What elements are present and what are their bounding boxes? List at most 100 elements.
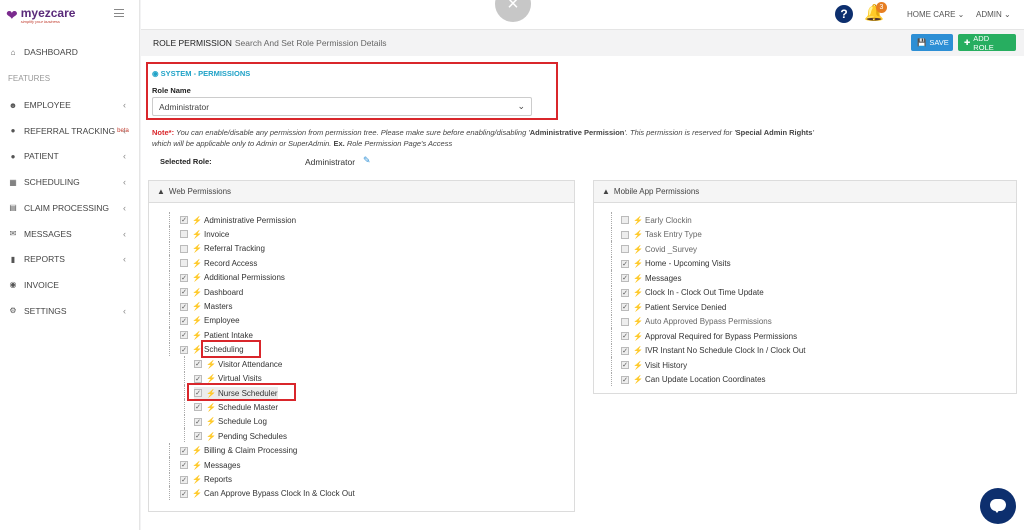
hamburger-menu-icon[interactable] [114, 9, 124, 20]
web-permission-row[interactable]: ⚡ Invoice [180, 228, 229, 240]
checkbox[interactable]: ✓ [194, 417, 202, 426]
mobile-permission-row[interactable]: ⚡ Covid _Survey [621, 243, 697, 255]
checkbox[interactable]: ✓ [180, 461, 188, 470]
mobile-permission-row[interactable]: ⚡ Task Entry Type [621, 229, 702, 241]
checkbox[interactable]: ✓ [621, 288, 629, 297]
checkbox[interactable]: ✓ [180, 475, 188, 484]
sidebar-item-2[interactable]: ● PATIENT ‹ [0, 146, 140, 166]
checkbox[interactable]: ✓ [180, 446, 188, 455]
checkbox[interactable]: ✓ [194, 360, 202, 369]
sidebar-item-0[interactable]: ☻ EMPLOYEE ‹ [0, 95, 140, 115]
checkbox[interactable]: ✓ [180, 345, 188, 354]
web-permission-row[interactable]: ✓ ⚡ Reports [180, 474, 232, 486]
permission-label: Can Approve Bypass Clock In & Clock Out [204, 489, 355, 499]
web-permission-row[interactable]: ✓ ⚡ Employee [180, 315, 240, 327]
pencil-icon[interactable]: ✎ [363, 155, 371, 166]
chevron-left-icon[interactable]: ‹ [123, 100, 126, 110]
web-permission-row[interactable]: ✓ ⚡ Dashboard [180, 286, 243, 298]
checkbox[interactable]: ✓ [621, 332, 629, 340]
chevron-left-icon[interactable]: ‹ [123, 203, 126, 213]
chevron-left-icon[interactable]: ‹ [123, 306, 126, 316]
topbar [141, 0, 1024, 30]
checkbox[interactable] [621, 317, 629, 326]
web-permission-row[interactable]: ✓ ⚡ Schedule Log [194, 416, 267, 428]
mobile-permission-row[interactable]: ✓ ⚡ Home - Upcoming Visits [621, 258, 731, 270]
add-role-button[interactable]: ✚ ADD ROLE [958, 34, 1016, 52]
checkbox[interactable]: ✓ [180, 316, 188, 325]
web-permission-row[interactable]: ✓ ⚡ Masters [180, 301, 232, 313]
mobile-permission-row[interactable]: ✓ ⚡ Can Update Location Coordinates [621, 374, 766, 386]
web-permission-row[interactable]: ⚡ Record Access [180, 257, 257, 269]
checkbox[interactable]: ✓ [621, 259, 629, 268]
chevron-left-icon[interactable]: ‹ [123, 126, 126, 136]
file-icon: ▤ [9, 203, 17, 213]
web-permission-row[interactable]: ⚡ Referral Tracking [180, 243, 265, 255]
checkbox[interactable] [180, 259, 188, 268]
mobile-permission-row[interactable]: ⚡ Early Clockin [621, 214, 692, 226]
sidebar-item-1[interactable]: ● REFERRAL TRACKING beta ‹ [0, 121, 140, 141]
mobile-permission-row[interactable]: ✓ ⚡ IVR Instant No Schedule Clock In / Clo… [621, 345, 806, 357]
permission-label: Schedule Master [218, 402, 279, 412]
mobile-permission-row[interactable]: ✓ ⚡ Approval Required for Bypass Permissio… [621, 330, 797, 342]
checkbox[interactable]: ✓ [194, 403, 202, 412]
web-permission-row[interactable]: ✓ ⚡ Schedule Master [194, 401, 278, 413]
role-name-select[interactable]: Administrator ⌄ [152, 97, 532, 116]
checkbox[interactable]: ✓ [180, 288, 188, 297]
chevron-left-icon[interactable]: ‹ [123, 254, 126, 264]
sidebar-item-6[interactable]: ▮ REPORTS ‹ [0, 249, 140, 269]
chevron-left-icon[interactable]: ‹ [123, 229, 126, 239]
permission-label: Clock In - Clock Out Time Update [645, 288, 764, 297]
selected-role-label: Selected Role: [160, 157, 212, 166]
checkbox[interactable]: ✓ [621, 346, 629, 355]
checkbox[interactable]: ✓ [180, 489, 188, 498]
checkbox[interactable]: ✓ [180, 331, 188, 340]
checkbox[interactable]: ✓ [180, 273, 188, 282]
save-button[interactable]: 💾 SAVE [911, 34, 953, 51]
web-permission-row[interactable]: ✓ ⚡ Visitor Attendance [194, 358, 282, 370]
bolt-icon: ⚡ [192, 244, 202, 254]
chevron-left-icon[interactable]: ‹ [123, 177, 126, 187]
checkbox[interactable] [621, 216, 629, 224]
checkbox[interactable] [180, 244, 188, 253]
mobile-permission-row[interactable]: ✓ ⚡ Clock In - Clock Out Time Update [621, 287, 764, 299]
checkbox[interactable] [621, 230, 629, 239]
sidebar-item-3[interactable]: ▦ SCHEDULING ‹ [0, 172, 140, 192]
web-permission-row[interactable]: ✓ ⚡ Pending Schedules [194, 430, 287, 442]
chevron-left-icon[interactable]: ‹ [123, 151, 126, 161]
checkbox[interactable] [180, 230, 188, 239]
web-permission-row[interactable]: ✓ ⚡ Messages [180, 459, 240, 471]
sidebar-item-5[interactable]: ✉ MESSAGES ‹ [0, 224, 140, 244]
checkbox[interactable]: ✓ [180, 302, 188, 311]
mobile-permission-row[interactable]: ✓ ⚡ Messages [621, 272, 681, 284]
user-icon: ● [10, 126, 16, 136]
checkbox[interactable]: ✓ [194, 374, 202, 383]
checkbox[interactable]: ✓ [180, 216, 188, 224]
permission-label: Approval Required for Bypass Permissions [645, 331, 798, 341]
web-permission-row[interactable]: ✓ ⚡ Can Approve Bypass Clock In & Clock Ou… [180, 488, 355, 500]
sidebar-item-dashboard[interactable]: ⌂ DASHBOARD [0, 42, 140, 62]
web-permission-row[interactable]: ✓ ⚡ Billing & Claim Processing [180, 445, 297, 457]
bolt-icon: ⚡ [206, 359, 216, 369]
web-permission-row[interactable]: ✓ ⚡ Additional Permissions [180, 272, 285, 284]
sidebar-item-7[interactable]: ◉ INVOICE [0, 275, 140, 295]
mobile-permission-row[interactable]: ✓ ⚡ Patient Service Denied [621, 301, 726, 313]
permission-label: Can Update Location Coordinates [645, 375, 766, 384]
tree-connector [611, 313, 612, 328]
checkbox[interactable] [621, 245, 629, 253]
mobile-permission-row[interactable]: ✓ ⚡ Visit History [621, 359, 687, 371]
checkbox[interactable]: ✓ [621, 361, 629, 369]
checkbox[interactable]: ✓ [621, 274, 629, 282]
admin-dropdown[interactable]: ADMIN ⌄ [976, 10, 1011, 19]
sidebar-item-4[interactable]: ▤ CLAIM PROCESSING ‹ [0, 198, 140, 218]
web-permission-row[interactable]: ✓ ⚡ Administrative Permission [180, 214, 296, 226]
sidebar-item-8[interactable]: ⚙ SETTINGS ‹ [0, 301, 140, 321]
chat-icon[interactable] [980, 488, 1016, 524]
checkbox[interactable]: ✓ [621, 375, 629, 384]
mobile-permission-row[interactable]: ⚡ Auto Approved Bypass Permissions [621, 316, 772, 328]
help-icon[interactable]: ? [835, 5, 853, 23]
tree-connector [169, 457, 170, 472]
checkbox[interactable]: ✓ [194, 432, 202, 441]
home-care-dropdown[interactable]: HOME CARE ⌄ [907, 10, 964, 19]
permission-label: Virtual Visits [218, 374, 262, 384]
checkbox[interactable]: ✓ [621, 303, 629, 311]
